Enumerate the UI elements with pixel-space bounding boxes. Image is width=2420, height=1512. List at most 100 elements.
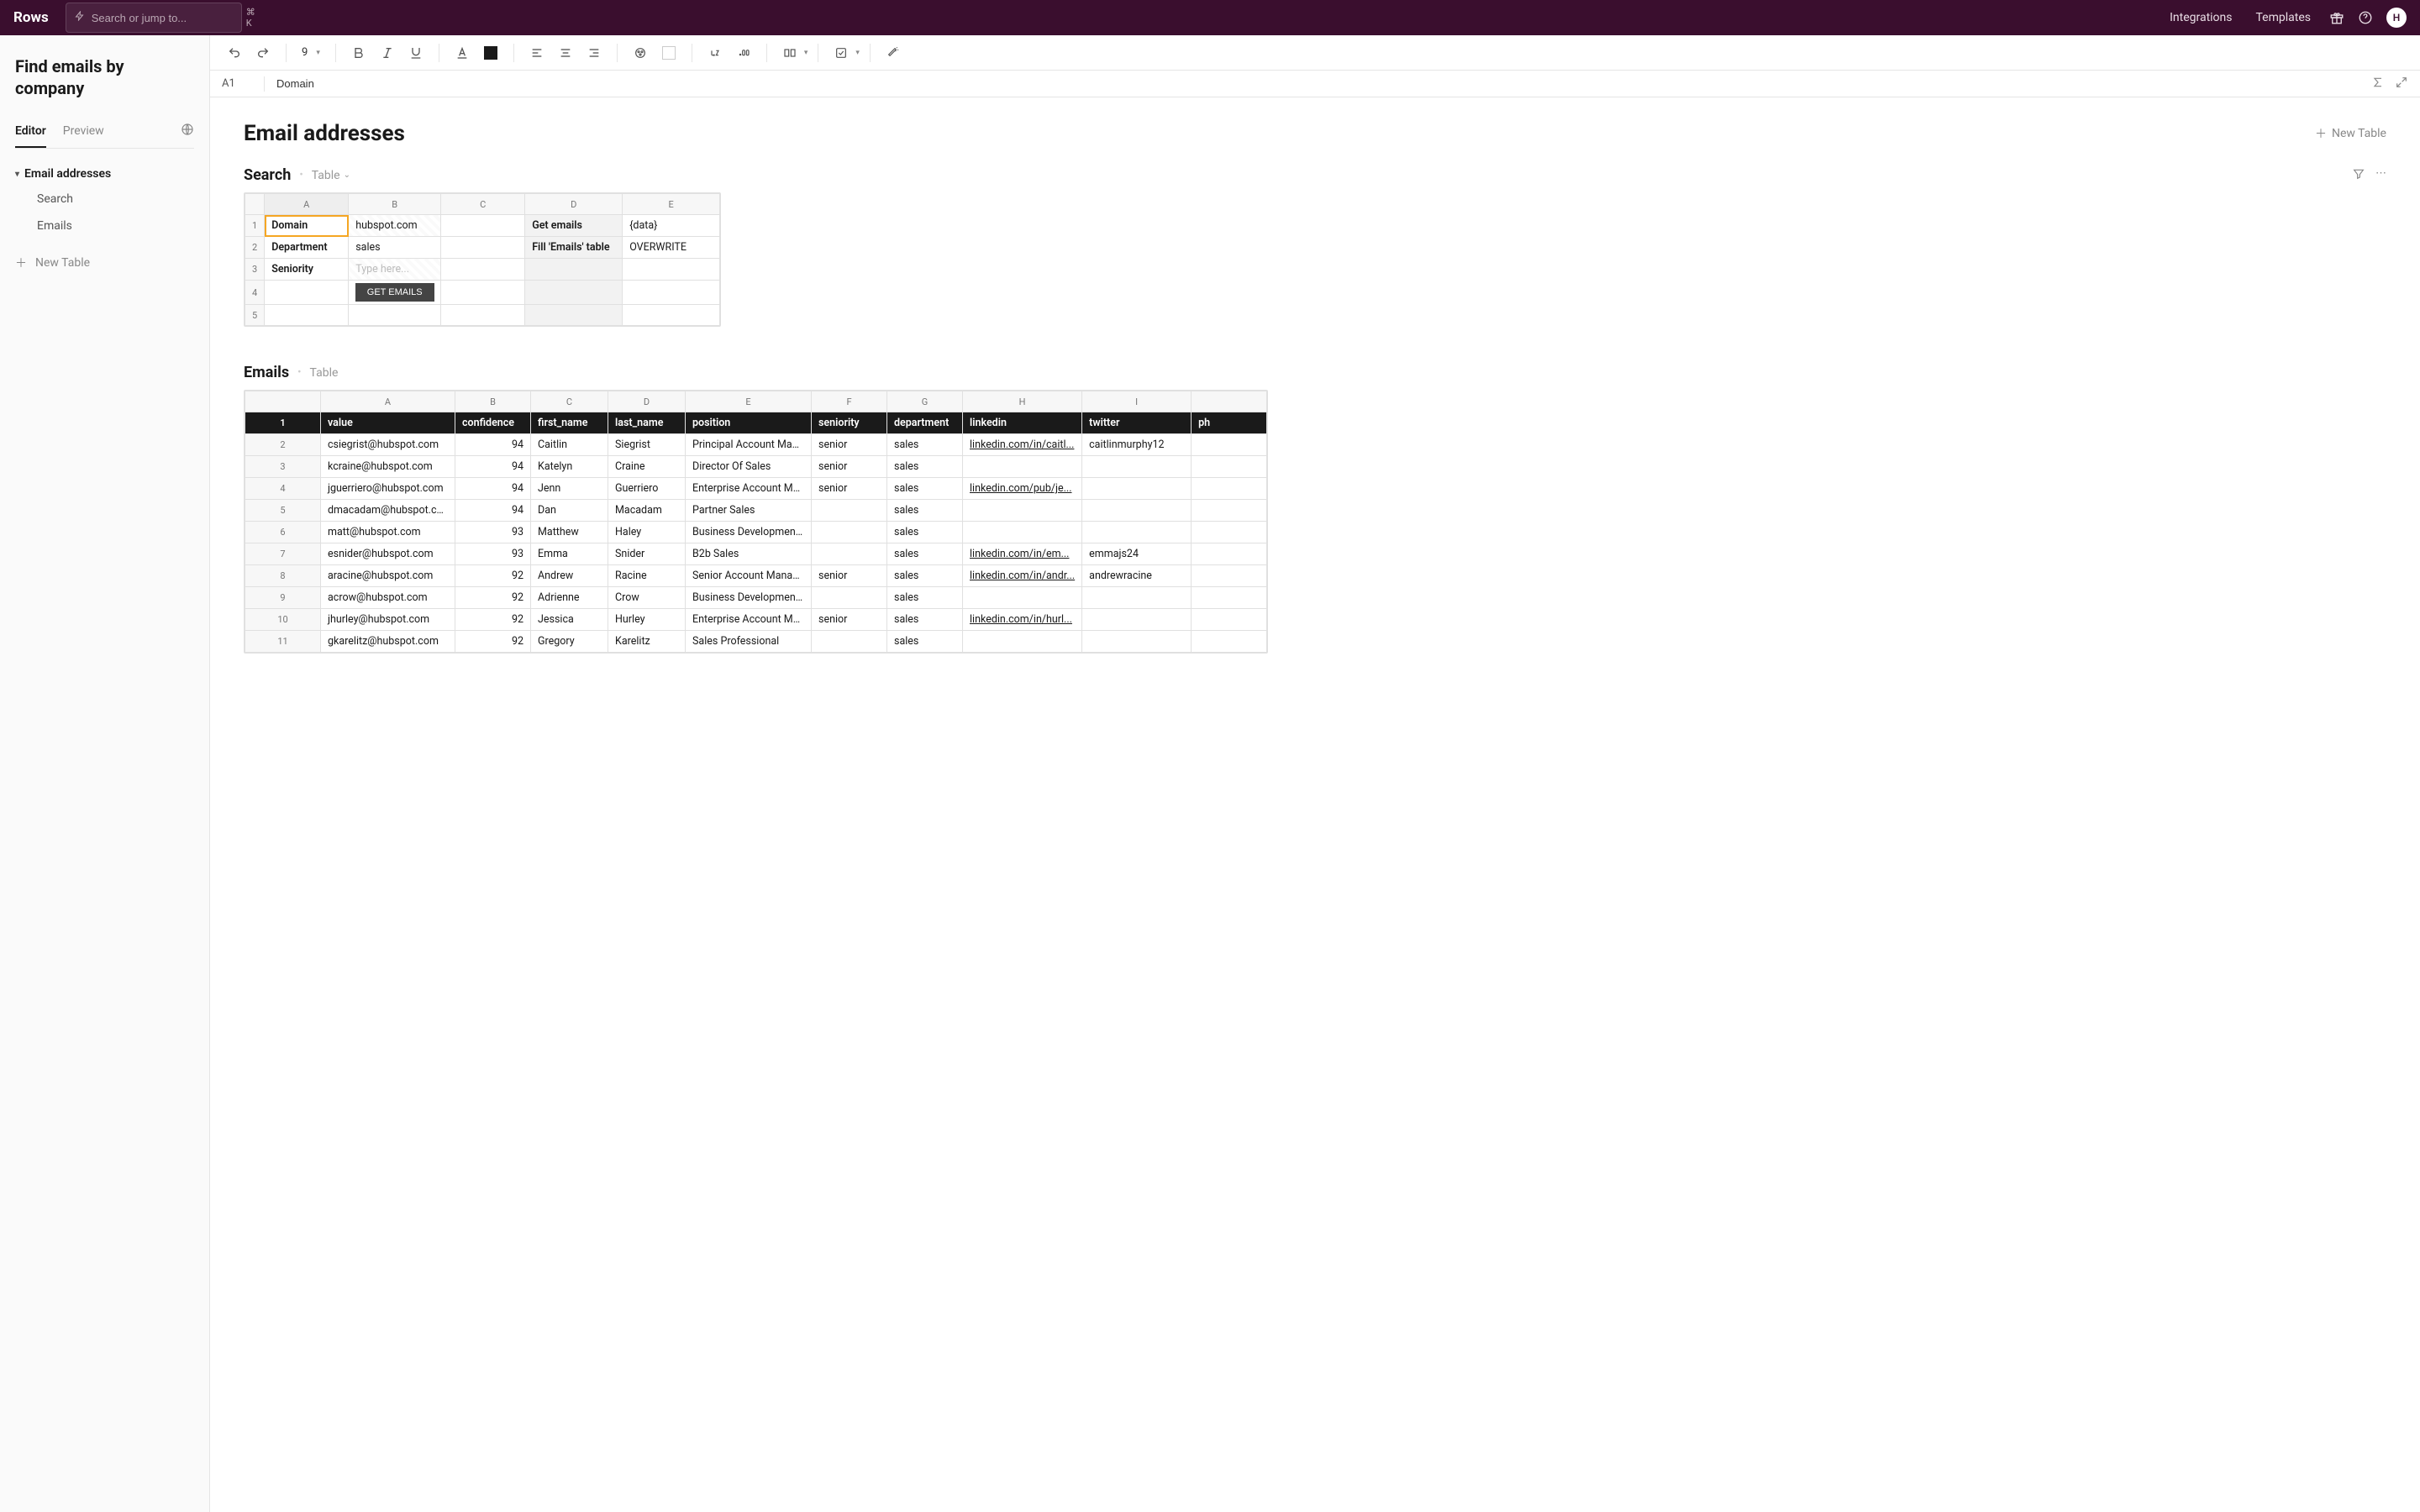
col-head-D[interactable]: D [608, 391, 686, 412]
italic-button[interactable] [375, 40, 400, 66]
cell-value[interactable]: kcraine@hubspot.com [321, 456, 455, 478]
row-head-5[interactable]: 5 [245, 305, 265, 326]
formula-input[interactable] [276, 77, 2371, 90]
cell-last-name[interactable]: Racine [608, 565, 686, 587]
row-head-7[interactable]: 7 [245, 543, 321, 565]
cell-confidence[interactable]: 92 [455, 631, 531, 653]
cell-partial[interactable] [1192, 609, 1267, 631]
merge-button[interactable] [777, 40, 802, 66]
cell-last-name[interactable]: Guerriero [608, 478, 686, 500]
header-value[interactable]: value [321, 412, 455, 434]
cell-value[interactable]: gkarelitz@hubspot.com [321, 631, 455, 653]
cell-position[interactable]: Principal Account Mana... [686, 434, 812, 456]
cell-c3[interactable] [441, 259, 525, 281]
row-head-8[interactable]: 8 [245, 565, 321, 587]
cell-position[interactable]: Partner Sales [686, 500, 812, 522]
align-center-button[interactable] [553, 40, 578, 66]
cell-linkedin[interactable] [963, 522, 1082, 543]
cell-d2[interactable]: Fill 'Emails' table [525, 237, 623, 259]
header-seniority[interactable]: seniority [812, 412, 887, 434]
cell-department[interactable]: sales [887, 543, 963, 565]
cell-c4[interactable] [441, 281, 525, 305]
cell-value[interactable]: esnider@hubspot.com [321, 543, 455, 565]
nav-templates[interactable]: Templates [2256, 11, 2312, 24]
cell-confidence[interactable]: 94 [455, 434, 531, 456]
cell-position[interactable]: Enterprise Account Man... [686, 478, 812, 500]
col-head-B[interactable]: B [349, 194, 441, 215]
cell-confidence[interactable]: 92 [455, 565, 531, 587]
col-head-D[interactable]: D [525, 194, 623, 215]
redo-button[interactable] [250, 40, 276, 66]
cell-last-name[interactable]: Macadam [608, 500, 686, 522]
tree-child-search[interactable]: Search [15, 186, 194, 213]
cell-seniority[interactable]: senior [812, 609, 887, 631]
checkbox-button[interactable] [829, 40, 854, 66]
header-confidence[interactable]: confidence [455, 412, 531, 434]
cell-linkedin[interactable]: linkedin.com/pub/je... [963, 478, 1082, 500]
cell-twitter[interactable] [1082, 631, 1192, 653]
cell-twitter[interactable]: caitlinmurphy12 [1082, 434, 1192, 456]
cell-d4[interactable] [525, 281, 623, 305]
cell-partial[interactable] [1192, 522, 1267, 543]
cell-partial[interactable] [1192, 631, 1267, 653]
cell-e1[interactable]: {data} [623, 215, 720, 237]
gift-icon[interactable] [2329, 10, 2344, 25]
col-head-B[interactable]: B [455, 391, 531, 412]
cell-first-name[interactable]: Jessica [531, 609, 608, 631]
cell-value[interactable]: acrow@hubspot.com [321, 587, 455, 609]
cell-linkedin[interactable] [963, 587, 1082, 609]
more-icon[interactable]: ⋯ [2375, 167, 2386, 184]
cell-first-name[interactable]: Jenn [531, 478, 608, 500]
col-head-I[interactable]: I [1082, 391, 1192, 412]
cell-first-name[interactable]: Adrienne [531, 587, 608, 609]
cell-department[interactable]: sales [887, 500, 963, 522]
cell-first-name[interactable]: Andrew [531, 565, 608, 587]
row-head-1[interactable]: 1 [245, 412, 321, 434]
col-head-C[interactable]: C [441, 194, 525, 215]
cell-department[interactable]: sales [887, 587, 963, 609]
header-first_name[interactable]: first_name [531, 412, 608, 434]
cell-a1[interactable]: Domain [265, 215, 349, 237]
cell-e3[interactable] [623, 259, 720, 281]
cell-c2[interactable] [441, 237, 525, 259]
cell-a4[interactable] [265, 281, 349, 305]
header-department[interactable]: department [887, 412, 963, 434]
cell-confidence[interactable]: 93 [455, 543, 531, 565]
cell-a2[interactable]: Department [265, 237, 349, 259]
cell-last-name[interactable]: Craine [608, 456, 686, 478]
cell-reference[interactable]: A1 [222, 77, 264, 90]
cell-value[interactable]: dmacadam@hubspot.com [321, 500, 455, 522]
cell-seniority[interactable] [812, 500, 887, 522]
tree-child-emails[interactable]: Emails [15, 213, 194, 239]
cell-department[interactable]: sales [887, 631, 963, 653]
undo-button[interactable] [222, 40, 247, 66]
globe-icon[interactable] [181, 123, 194, 148]
tab-editor[interactable]: Editor [15, 124, 46, 148]
cell-twitter[interactable] [1082, 522, 1192, 543]
cell-a3[interactable]: Seniority [265, 259, 349, 281]
cell-first-name[interactable]: Caitlin [531, 434, 608, 456]
cell-department[interactable]: sales [887, 522, 963, 543]
bold-button[interactable] [346, 40, 371, 66]
chevron-down-icon[interactable]: ▾ [804, 49, 808, 57]
cell-department[interactable]: sales [887, 565, 963, 587]
cell-department[interactable]: sales [887, 456, 963, 478]
col-head-C[interactable]: C [531, 391, 608, 412]
cell-c1[interactable] [441, 215, 525, 237]
cell-twitter[interactable] [1082, 456, 1192, 478]
search-table-type[interactable]: Table ⌄ [312, 169, 350, 182]
cell-linkedin[interactable]: linkedin.com/in/hurl... [963, 609, 1082, 631]
cell-confidence[interactable]: 92 [455, 609, 531, 631]
underline-button[interactable] [403, 40, 429, 66]
cell-linkedin[interactable] [963, 456, 1082, 478]
cell-seniority[interactable]: senior [812, 456, 887, 478]
align-right-button[interactable] [581, 40, 607, 66]
col-head-A[interactable]: A [265, 194, 349, 215]
row-head-2[interactable]: 2 [245, 237, 265, 259]
cell-first-name[interactable]: Dan [531, 500, 608, 522]
row-head-4[interactable]: 4 [245, 478, 321, 500]
cell-last-name[interactable]: Crow [608, 587, 686, 609]
cell-linkedin[interactable] [963, 500, 1082, 522]
tree-parent-email-addresses[interactable]: ▾ Email addresses [15, 162, 194, 186]
search-input[interactable] [92, 12, 239, 24]
